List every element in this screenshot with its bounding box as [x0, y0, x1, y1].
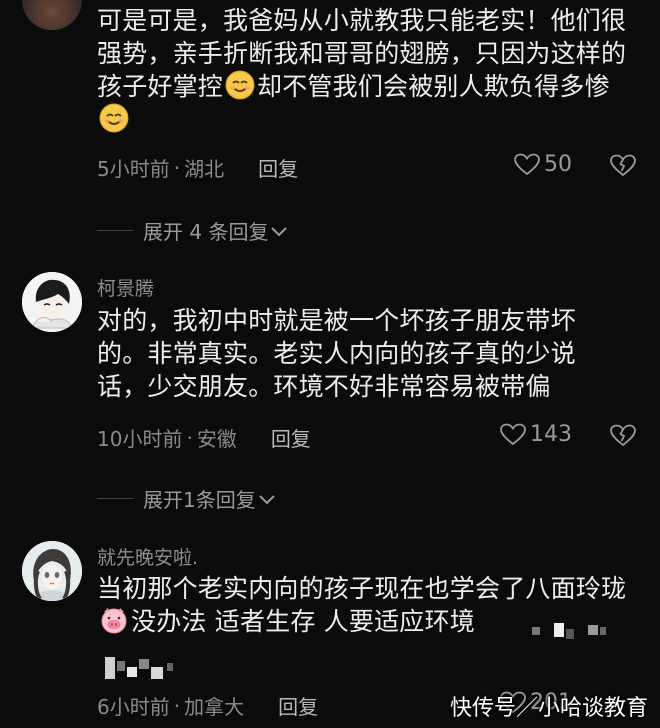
- comment-time: 6小时前: [97, 695, 170, 719]
- comment-time: 10小时前: [97, 427, 183, 451]
- censored-sticker-image: [532, 623, 606, 639]
- expand-label: 展开1条回复: [143, 488, 256, 512]
- meta-separator: ·: [173, 155, 181, 180]
- avatar[interactable]: [22, 541, 82, 601]
- heart-outline-icon: [514, 153, 540, 175]
- like-count: 143: [530, 422, 572, 447]
- anime-boy-avatar-image: [22, 272, 82, 332]
- anime-girl-avatar-image: [22, 541, 82, 601]
- like-count: 50: [544, 152, 572, 177]
- avatar[interactable]: [22, 0, 82, 30]
- comment-text: 对的，我初中时就是被一个坏孩子朋友带坏的。非常真实。老实人内向的孩子真的少说话，…: [97, 306, 576, 401]
- watermark-text: 快传号／小哈谈教育: [449, 696, 648, 721]
- expand-line: [97, 230, 133, 231]
- reply-button[interactable]: 回复: [278, 691, 318, 720]
- chevron-down-icon: [271, 226, 288, 236]
- like-button[interactable]: 50: [514, 152, 572, 177]
- expand-label: 展开 4 条回复: [143, 220, 269, 244]
- comment-location: 加拿大: [184, 695, 245, 719]
- avatar[interactable]: [22, 272, 82, 332]
- comment-author[interactable]: 柯景腾: [97, 274, 154, 301]
- expand-line: [97, 498, 133, 499]
- meta-separator: ·: [173, 693, 181, 718]
- comment-meta: 5小时前 · 湖北 回复: [97, 153, 298, 182]
- like-button[interactable]: 143: [500, 422, 572, 447]
- comment-author[interactable]: 就先晚安啦.: [97, 543, 198, 570]
- comment-location: 安徽: [196, 427, 237, 451]
- reply-button[interactable]: 回复: [258, 153, 298, 182]
- comment-text: 可是可是，我爸妈从小就教我只能老实！他们很强势，亲手折断我和哥哥的翅膀，只因为这…: [97, 4, 642, 136]
- heart-outline-icon: [500, 423, 526, 445]
- pig-face-emoji: [101, 608, 127, 634]
- broken-heart-icon[interactable]: [610, 424, 636, 448]
- comment-meta: 10小时前 · 安徽 回复: [97, 423, 311, 452]
- expand-replies-button[interactable]: 展开1条回复: [97, 484, 276, 513]
- reply-button[interactable]: 回复: [271, 423, 311, 452]
- smiling-face-emoji: [99, 103, 129, 133]
- smiling-face-emoji: [225, 70, 255, 100]
- broken-heart-icon[interactable]: [610, 154, 636, 178]
- expand-replies-button[interactable]: 展开 4 条回复: [97, 216, 288, 245]
- comment-time: 5小时前: [97, 157, 170, 181]
- comment-meta: 6小时前 · 加拿大 回复: [97, 691, 318, 720]
- censored-sticker-image: [105, 657, 173, 679]
- meta-separator: ·: [186, 425, 193, 450]
- comment-location: 湖北: [184, 157, 225, 181]
- chevron-down-icon: [259, 494, 275, 504]
